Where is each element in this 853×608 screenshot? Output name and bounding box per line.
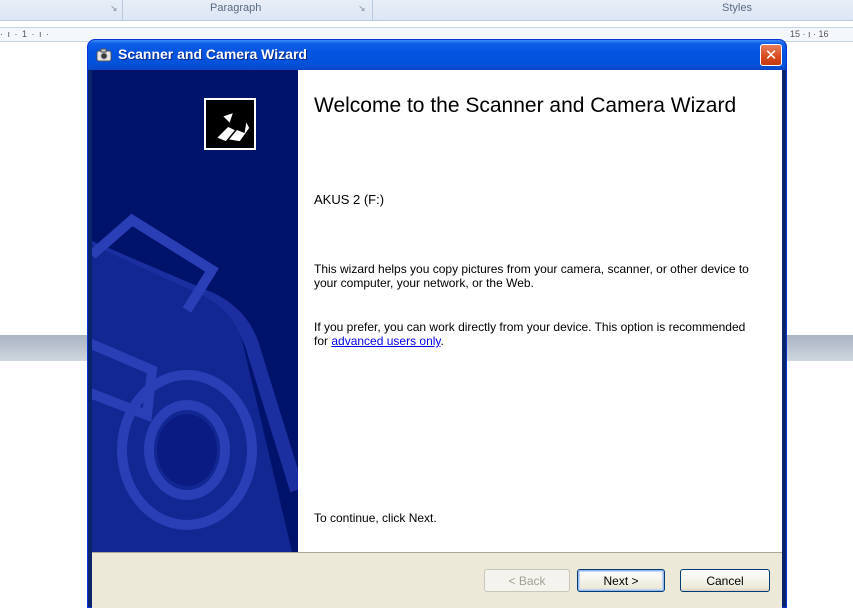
next-button[interactable]: Next > [577,569,665,592]
page-gap [786,335,853,361]
page-gap [0,335,88,361]
wizard-sidebar [92,70,298,552]
dialog-launcher-icon[interactable]: ↘ [358,3,366,14]
advanced-note-end: . [440,334,444,348]
camera-watermark-icon [92,213,298,552]
dialog-title: Scanner and Camera Wizard [118,46,307,62]
wizard-description: This wizard helps you copy pictures from… [314,262,749,290]
ruler-left-marks: · ı · 1 · ı · [0,29,50,39]
wizard-button-bar: < Back Next > Cancel [92,552,782,608]
ribbon-group-paragraph: Paragraph [210,2,262,14]
wizard-logo [204,98,256,150]
ribbon-group-styles: Styles [722,2,752,14]
dialog-launcher-icon[interactable]: ↘ [110,3,118,14]
ribbon-separator [122,0,123,20]
camera-icon [96,48,112,62]
cancel-button[interactable]: Cancel [680,569,770,592]
close-button[interactable]: ✕ [760,44,782,66]
scanner-camera-wizard-dialog: Scanner and Camera Wizard ✕ Welcome to t… [88,40,786,608]
device-name: AKUS 2 (F:) [314,192,385,207]
back-button[interactable]: < Back [484,569,570,592]
ribbon-group-strip: ↘ Paragraph ↘ Styles [0,0,853,21]
scanner-wizard-icon [206,100,254,148]
wizard-advanced-note: If you prefer, you can work directly fro… [314,320,754,348]
wizard-heading: Welcome to the Scanner and Camera Wizard [314,94,737,117]
wizard-content: Welcome to the Scanner and Camera Wizard… [298,70,782,552]
continue-instruction: To continue, click Next. [314,511,437,525]
title-bar[interactable]: Scanner and Camera Wizard ✕ [88,40,786,70]
wizard-body: Welcome to the Scanner and Camera Wizard… [92,70,782,608]
advanced-users-link[interactable]: advanced users only [331,334,440,348]
ribbon-separator [372,0,373,20]
ruler-right-marks: 15 · ı · 16 [790,29,829,39]
